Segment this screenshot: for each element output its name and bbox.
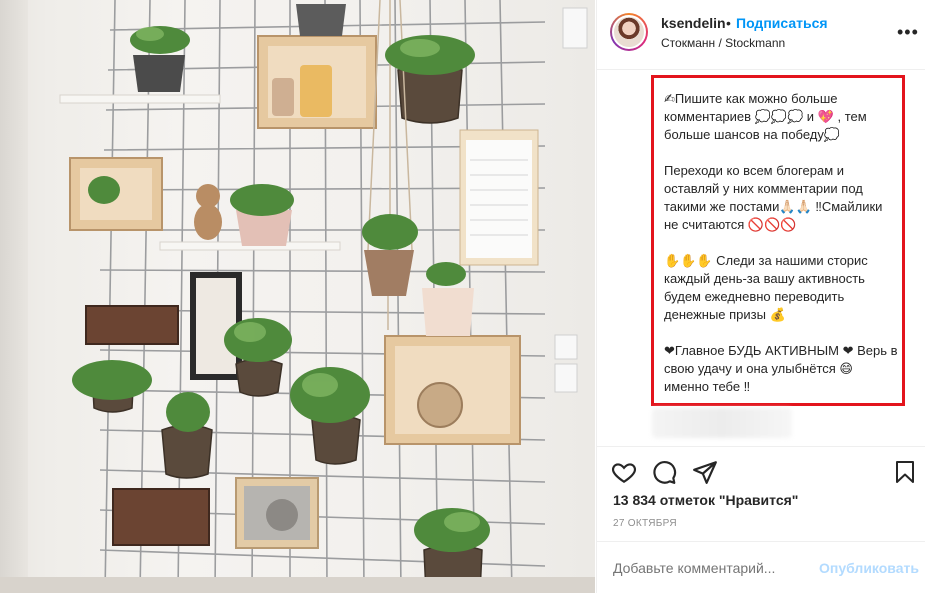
comment-input[interactable]	[613, 560, 783, 576]
comment-bar: Опубликовать	[597, 541, 925, 593]
username-link[interactable]: ksendelin	[661, 15, 726, 31]
heart-icon[interactable]	[611, 459, 637, 485]
share-icon[interactable]	[692, 459, 718, 485]
caption-highlight-frame: ✍Пишите как можно больше комментариев 💭💭…	[651, 75, 905, 406]
post-sidebar: ksendelin • Подписаться Стокманн / Stock…	[596, 0, 925, 593]
publish-button[interactable]: Опубликовать	[819, 560, 919, 576]
blurred-comment-area	[652, 408, 792, 438]
caption-paragraph-1: ✍Пишите как можно больше комментариев 💭💭…	[664, 91, 867, 142]
avatar[interactable]	[610, 13, 648, 51]
post-caption: ✍Пишите как можно больше комментариев 💭💭…	[664, 90, 900, 396]
caption-paragraph-4: ❤Главное БУДЬ АКТИВНЫМ ❤ Верь в свою уда…	[664, 343, 898, 394]
photo-illustration	[59, 0, 588, 593]
location-link[interactable]: Стокманн / Stockmann	[661, 36, 785, 50]
caption-paragraph-2: Переходи ко всем блогерам и оставляй у н…	[664, 163, 883, 232]
post-date[interactable]: 27 ОКТЯБРЯ	[613, 518, 677, 529]
more-options-icon[interactable]: •••	[897, 22, 919, 43]
comment-icon[interactable]	[651, 459, 677, 485]
follow-button[interactable]: Подписаться	[736, 15, 828, 31]
avatar-image	[612, 15, 646, 49]
post-photo[interactable]	[0, 0, 595, 593]
post-header: ksendelin • Подписаться Стокманн / Stock…	[597, 0, 925, 70]
likes-count[interactable]: 13 834 отметок "Нравится"	[613, 492, 798, 508]
bookmark-icon[interactable]	[893, 459, 917, 485]
caption-paragraph-3: ✋✋✋ Следи за нашими сторис каждый день-з…	[664, 253, 868, 322]
floor	[0, 577, 595, 593]
separator-dot: •	[726, 15, 731, 31]
